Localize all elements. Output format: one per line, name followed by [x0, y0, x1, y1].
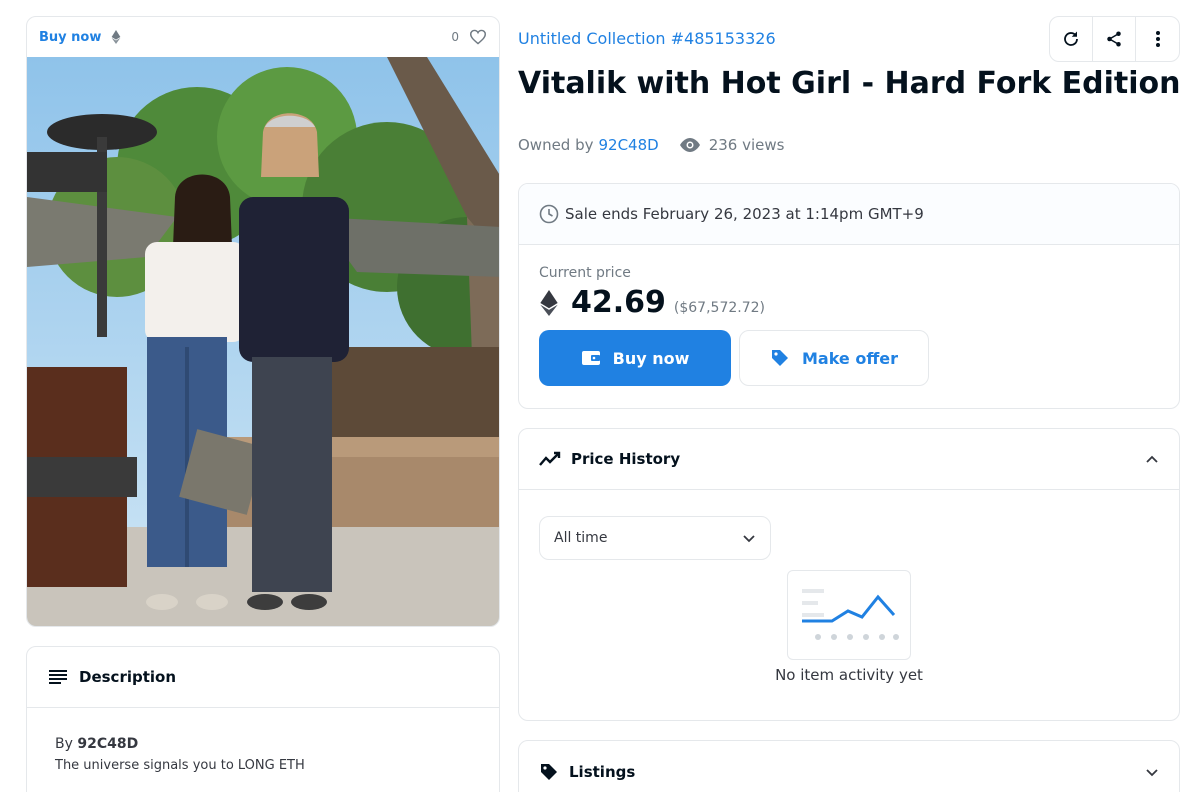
more-button[interactable]	[1136, 17, 1179, 61]
description-body: By 92C48D The universe signals you to LO…	[27, 708, 499, 792]
collection-link[interactable]: Untitled Collection #485153326	[518, 29, 776, 48]
description-header[interactable]: Description	[27, 647, 499, 708]
refresh-icon	[1064, 31, 1078, 46]
purchase-buttons: Buy now Make offer	[539, 330, 1159, 386]
owner-link[interactable]: 92C48D	[599, 136, 659, 154]
time-range-value: All time	[554, 530, 608, 546]
share-button[interactable]	[1093, 17, 1136, 61]
view-count: 236 views	[708, 136, 785, 154]
creator-line: By 92C48D	[55, 736, 471, 752]
description-card: Description By 92C48D The universe signa…	[26, 646, 500, 792]
no-activity-text: No item activity yet	[775, 666, 923, 684]
sale-body: Current price 42.69 ($67,572.72) Buy now	[519, 245, 1179, 406]
favorite-count: 0	[451, 30, 459, 44]
action-button-group	[1049, 16, 1180, 62]
ethereum-icon	[111, 30, 121, 44]
price-usd: ($67,572.72)	[673, 300, 765, 316]
buy-now-label: Buy now	[612, 348, 690, 368]
chevron-down-icon	[743, 535, 755, 543]
description-heading: Description	[79, 668, 177, 686]
price-row: 42.69 ($67,572.72)	[539, 285, 1159, 320]
asset-image-header: Buy now 0	[27, 17, 499, 57]
eye-icon	[679, 138, 700, 152]
time-range-select[interactable]: All time	[539, 516, 771, 560]
chevron-down-icon[interactable]	[1145, 767, 1159, 777]
asset-photo-illustration	[27, 57, 499, 626]
creator-link[interactable]: 92C48D	[77, 736, 138, 752]
ethereum-icon	[540, 289, 558, 316]
list-icon	[49, 670, 67, 684]
chart-placeholder-icon	[802, 589, 899, 640]
price-history-card: Price History All time No item activity …	[518, 428, 1180, 721]
price-value: 42.69	[571, 285, 666, 320]
owned-by-label: Owned by	[518, 136, 594, 154]
refresh-button[interactable]	[1050, 17, 1093, 61]
chevron-up-icon[interactable]	[1145, 454, 1159, 464]
listings-card: Listings	[518, 740, 1180, 792]
empty-chart-illustration	[787, 570, 911, 660]
price-history-header[interactable]: Price History	[519, 429, 1179, 490]
more-vertical-icon	[1155, 31, 1160, 47]
tag-icon	[541, 763, 557, 780]
asset-column: Buy now 0 Description By 92C48D The univ…	[26, 16, 500, 792]
trending-icon	[539, 451, 561, 466]
current-price-label: Current price	[539, 265, 631, 281]
buy-now-button[interactable]: Buy now	[539, 330, 731, 386]
owner-row: Owned by 92C48D 236 views	[518, 136, 784, 154]
clock-icon	[539, 204, 559, 224]
price-history-heading: Price History	[571, 450, 681, 468]
price-history-body: All time No item activity yet	[519, 490, 1179, 720]
sale-end-text: Sale ends February 26, 2023 at 1:14pm GM…	[565, 205, 924, 223]
listings-header[interactable]: Listings	[519, 741, 1179, 792]
sale-card: Sale ends February 26, 2023 at 1:14pm GM…	[518, 183, 1180, 409]
make-offer-label: Make offer	[801, 348, 899, 368]
wallet-icon	[581, 351, 600, 365]
description-text: The universe signals you to LONG ETH	[55, 758, 305, 773]
buy-now-tag[interactable]: Buy now	[39, 30, 101, 45]
tag-icon	[771, 350, 788, 366]
asset-image-card: Buy now 0	[26, 16, 500, 627]
by-prefix: By	[55, 736, 73, 752]
asset-title: Vitalik with Hot Girl - Hard Fork Editio…	[518, 66, 1181, 101]
share-icon	[1107, 31, 1121, 47]
sale-end-header: Sale ends February 26, 2023 at 1:14pm GM…	[519, 184, 1179, 245]
listings-heading: Listings	[569, 762, 636, 781]
asset-photo	[27, 57, 499, 626]
make-offer-button[interactable]: Make offer	[739, 330, 929, 386]
heart-icon[interactable]	[469, 29, 487, 45]
